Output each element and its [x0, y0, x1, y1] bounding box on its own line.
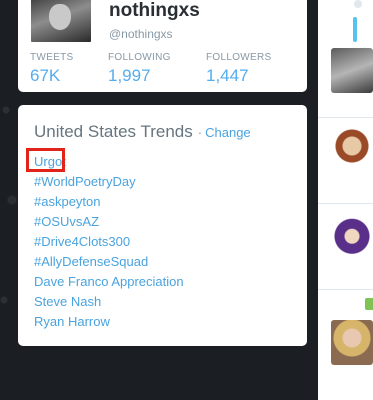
trend-item-dave-franco-appreciation[interactable]: Dave Franco Appreciation	[34, 272, 184, 292]
timeline-strip	[318, 0, 373, 400]
trend-item-steve-nash[interactable]: Steve Nash	[34, 292, 184, 312]
highlight-box	[26, 148, 65, 172]
trends-card: United States Trends · Change Urgot #World…	[18, 105, 307, 346]
trend-item-ryan-harrow[interactable]: Ryan Harrow	[34, 312, 184, 332]
timeline-tweet[interactable]	[318, 118, 373, 204]
stat-followers[interactable]: FOLLOWERS 1,447	[206, 52, 272, 86]
timeline-tweet[interactable]	[318, 204, 373, 290]
trends-separator: ·	[197, 125, 203, 140]
profile-avatar[interactable]	[29, 0, 93, 44]
trend-item-worldpoetryday[interactable]: #WorldPoetryDay	[34, 172, 184, 192]
stat-following[interactable]: FOLLOWING 1,997	[108, 52, 171, 86]
purple-hooded-character-avatar[interactable]	[331, 216, 373, 261]
trend-item-askpeyton[interactable]: #askpeyton	[34, 192, 184, 212]
stat-label: TWEETS	[30, 52, 74, 63]
trend-list: Urgot #WorldPoetryDay #askpeyton #OSUvsA…	[34, 152, 184, 332]
profile-card: nothingxs @nothingxs TWEETS 67K FOLLOWIN…	[18, 0, 307, 92]
background-texture	[0, 0, 20, 400]
stat-value: 67K	[30, 66, 61, 85]
trends-title: United States Trends	[34, 122, 193, 141]
cartoon-character-avatar[interactable]	[331, 128, 373, 173]
profile-name[interactable]: nothingxs	[109, 0, 200, 22]
stat-label: FOLLOWERS	[206, 52, 272, 63]
trend-item-osuvsaz[interactable]: #OSUvsAZ	[34, 212, 184, 232]
stat-label: FOLLOWING	[108, 52, 171, 63]
status-marker	[365, 298, 373, 310]
trends-header: United States Trends · Change	[34, 122, 251, 142]
trend-item-allydefensesquad[interactable]: #AllyDefenseSquad	[34, 252, 184, 272]
stat-tweets[interactable]: TWEETS 67K	[30, 52, 73, 86]
change-trends-link[interactable]: Change	[205, 125, 251, 140]
stat-value: 1,447	[206, 66, 249, 85]
trend-item-drive4clots300[interactable]: #Drive4Clots300	[34, 232, 184, 252]
timeline-tweet[interactable]	[318, 0, 373, 118]
stat-value: 1,997	[108, 66, 151, 85]
man-portrait-avatar[interactable]	[331, 48, 373, 93]
profile-handle[interactable]: @nothingxs	[109, 27, 173, 41]
blonde-character-avatar[interactable]	[331, 320, 373, 365]
